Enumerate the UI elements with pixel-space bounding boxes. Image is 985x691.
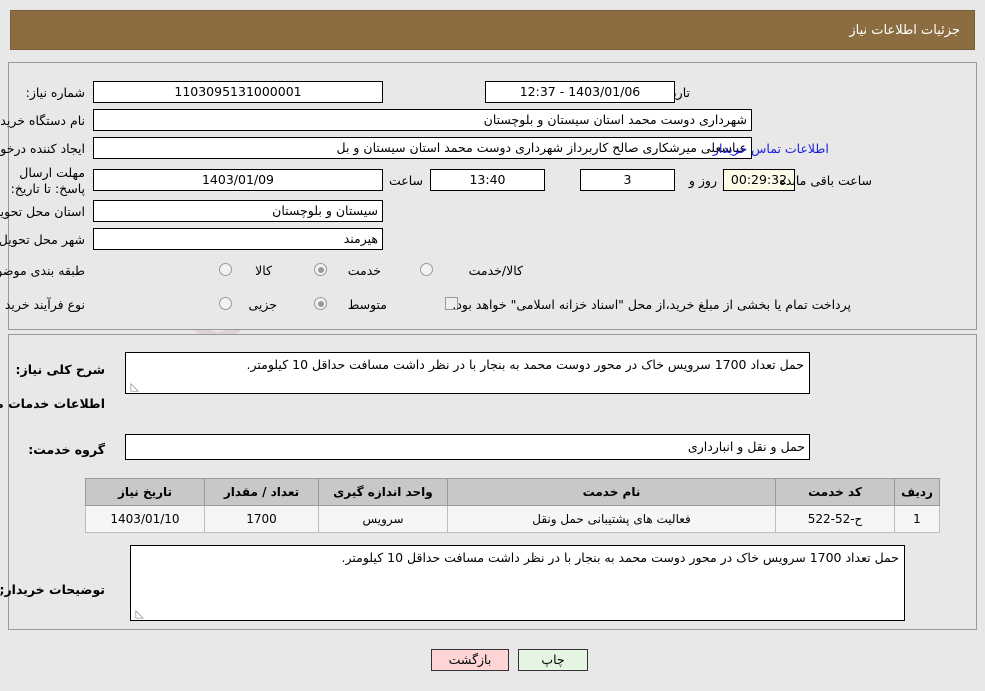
process-radio-motevaset[interactable] <box>314 297 327 310</box>
delivery-province-field: سیستان و بلوچستان <box>93 200 383 222</box>
buyer-org-field: شهرداری دوست محمد استان سیستان و بلوچستا… <box>93 109 752 131</box>
col-row: ردیف <box>894 478 940 506</box>
process-radio-jozei[interactable] <box>219 297 232 310</box>
category-radio-kala-khedmat[interactable] <box>420 263 433 276</box>
table-row[interactable]: 1 ح-52-522 فعالیت های پشتیبانی حمل ونقل … <box>85 505 940 533</box>
process-radio-jozei-label: جزیی <box>248 297 277 312</box>
category-radio-kala-khedmat-label: کالا/خدمت <box>468 263 523 278</box>
buyer-notes-text: حمل تعداد 1700 سرویس خاک در محور دوست مح… <box>341 550 899 565</box>
general-need-label: شرح کلی نیاز: <box>15 362 105 377</box>
category-radio-khedmat[interactable] <box>314 263 327 276</box>
delivery-province-label: استان محل تحویل: <box>0 204 85 219</box>
cell-name: فعالیت های پشتیبانی حمل ونقل <box>447 505 776 533</box>
category-radio-khedmat-label: خدمت <box>347 263 381 278</box>
delivery-city-field: هیرمند <box>93 228 383 250</box>
services-table: ردیف کد خدمت نام خدمت واحد اندازه گیری ت… <box>85 478 940 533</box>
remaining-days-field: 3 <box>580 169 675 191</box>
table-header-row: ردیف کد خدمت نام خدمت واحد اندازه گیری ت… <box>85 478 940 506</box>
general-need-textarea[interactable]: حمل تعداد 1700 سرویس خاک در محور دوست مح… <box>125 352 810 394</box>
col-quantity: تعداد / مقدار <box>204 478 319 506</box>
category-label: طبقه بندی موضوعی: <box>0 263 85 278</box>
category-radio-kala-label: کالا <box>255 263 272 278</box>
col-code: کد خدمت <box>775 478 895 506</box>
treasury-docs-text: پرداخت تمام یا بخشی از مبلغ خرید،از محل … <box>452 297 851 312</box>
col-date: تاریخ نیاز <box>85 478 205 506</box>
back-button[interactable]: بازگشت <box>431 649 509 671</box>
need-number-field: 1103095131000001 <box>93 81 383 103</box>
page-header: جزئیات اطلاعات نیاز <box>10 10 975 50</box>
process-type-label: نوع فرآیند خرید : <box>0 297 85 312</box>
deadline-time-field: 13:40 <box>430 169 545 191</box>
buyer-notes-label: توضیحات خریدار; <box>0 582 105 597</box>
need-number-label: شماره نیاز: <box>25 85 85 100</box>
process-radio-motevaset-label: متوسط <box>347 297 387 312</box>
announce-datetime-field: 1403/01/06 - 12:37 <box>485 81 675 103</box>
resize-grip-icon[interactable]: ◺ <box>128 381 139 392</box>
service-group-field: حمل و نقل و انبارداری <box>125 434 810 460</box>
print-button[interactable]: چاپ <box>518 649 588 671</box>
deadline-label: مهلت ارسال پاسخ: تا تاریخ: <box>10 165 85 196</box>
buyer-notes-textarea[interactable]: حمل تعداد 1700 سرویس خاک در محور دوست مح… <box>130 545 905 621</box>
services-info-title: اطلاعات خدمات مورد نیاز <box>0 396 105 411</box>
cell-quantity: 1700 <box>204 505 319 533</box>
cell-unit: سرویس <box>318 505 448 533</box>
page-title: جزئیات اطلاعات نیاز <box>849 22 960 38</box>
resize-grip-icon-2[interactable]: ◺ <box>133 608 144 619</box>
requester-label: ایجاد کننده درخواست: <box>0 141 85 156</box>
cell-row: 1 <box>894 505 940 533</box>
service-group-label: گروه خدمت: <box>28 442 105 457</box>
deadline-time-label: ساعت <box>388 173 423 188</box>
col-name: نام خدمت <box>447 478 776 506</box>
buyer-org-label: نام دستگاه خریدار: <box>0 113 85 128</box>
requester-field: عباسعلی میرشکاری صالح کاربرداز شهرداری د… <box>93 137 752 159</box>
col-unit: واحد اندازه گیری <box>318 478 448 506</box>
countdown-label: ساعت باقی مانده <box>779 173 872 188</box>
category-radio-kala[interactable] <box>219 263 232 276</box>
remaining-days-label: روز و <box>688 173 717 188</box>
cell-code: ح-52-522 <box>775 505 895 533</box>
deadline-date-field: 1403/01/09 <box>93 169 383 191</box>
page-root: AriaTender.net جزئیات اطلاعات نیاز شماره… <box>0 0 985 691</box>
buyer-contact-link[interactable]: اطلاعات تماس خریدار <box>713 141 829 156</box>
general-need-text: حمل تعداد 1700 سرویس خاک در محور دوست مح… <box>246 357 804 372</box>
cell-date: 1403/01/10 <box>85 505 205 533</box>
delivery-city-label: شهر محل تحویل: <box>0 232 85 247</box>
